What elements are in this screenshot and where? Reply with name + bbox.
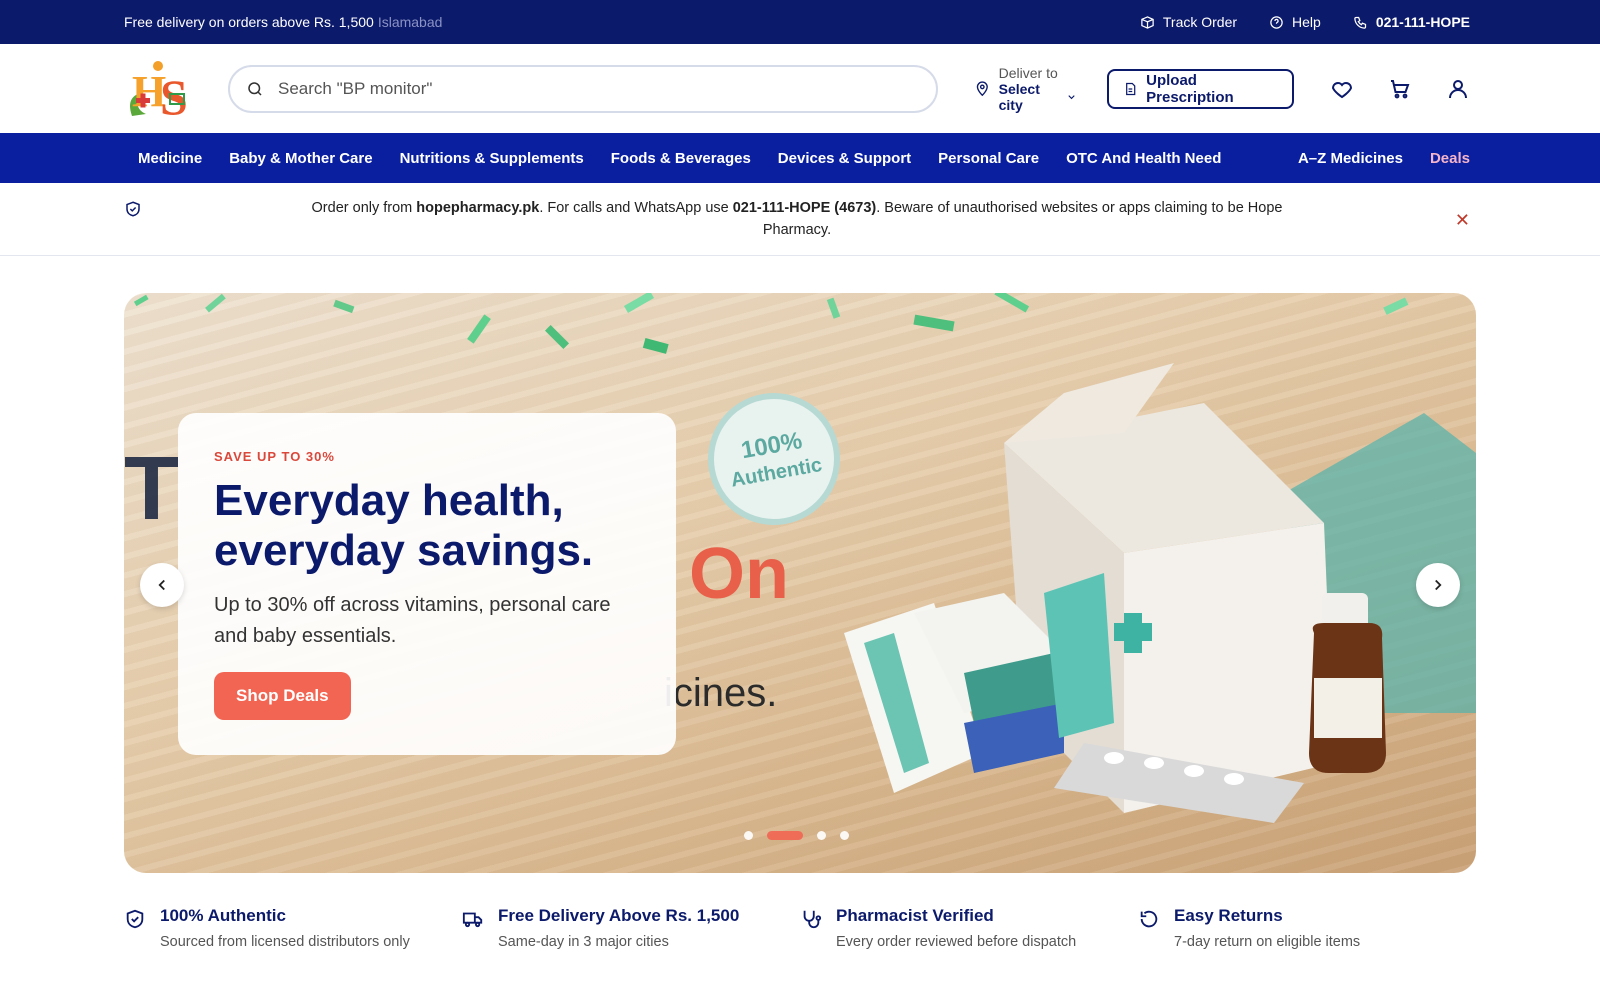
carousel-next-button[interactable]: [1416, 563, 1460, 607]
nav-item-personal-care[interactable]: Personal Care: [938, 150, 1039, 167]
nav-item-baby-mother-care[interactable]: Baby & Mother Care: [229, 150, 372, 167]
carousel-dot[interactable]: [817, 831, 826, 840]
feature-title: Easy Returns: [1174, 906, 1283, 925]
help-link[interactable]: Help: [1269, 14, 1321, 30]
notice-part1: Order only from: [311, 200, 417, 216]
nav-right: A–Z Medicines Deals: [1298, 150, 1470, 167]
nav-item-deals[interactable]: Deals: [1430, 150, 1470, 167]
feature-title: Free Delivery Above Rs. 1,500: [498, 906, 740, 925]
feature-title: 100% Authentic: [160, 906, 286, 925]
promo-city: Islamabad: [377, 14, 443, 30]
shield-check-icon: [126, 909, 144, 929]
nav-item-devices-support[interactable]: Devices & Support: [778, 150, 911, 167]
main-header: H S Deliver to Select city Upload Prescr…: [0, 44, 1600, 133]
help-circle-icon: [1270, 15, 1283, 29]
notice-phone: 021-111-HOPE (4673): [732, 200, 877, 216]
promo-text: Free delivery on orders above Rs. 1,500: [124, 14, 374, 30]
search-icon: [248, 81, 262, 96]
upload-prescription-label: Upload Prescription: [1146, 71, 1234, 106]
hero-ghost-text-icines: icines.: [664, 671, 778, 715]
nav-item-otc-health[interactable]: OTC And Health Need: [1066, 150, 1221, 167]
feature-authentic: 100% Authentic Sourced from licensed dist…: [124, 906, 462, 950]
site-logo[interactable]: H S: [124, 54, 204, 125]
feature-subtitle: 7-day return on eligible items: [1174, 934, 1361, 950]
nav-item-az-medicines[interactable]: A–Z Medicines: [1298, 150, 1403, 167]
category-nav: Medicine Baby & Mother Care Nutritions &…: [0, 133, 1600, 183]
stethoscope-icon: [803, 910, 822, 929]
hs-logo-icon: H S: [130, 60, 188, 125]
carousel-dots: [744, 831, 849, 840]
security-notice: Order only from hopepharmacy.pk. For cal…: [0, 183, 1600, 256]
carousel-dot[interactable]: [744, 831, 753, 840]
cart-icon[interactable]: [1388, 77, 1412, 101]
nav-categories: Medicine Baby & Mother Care Nutritions &…: [138, 150, 1298, 167]
promo-area: Free delivery on orders above Rs. 1,500 …: [124, 14, 442, 30]
top-announcement-bar: Free delivery on orders above Rs. 1,500 …: [0, 0, 1600, 44]
hero-title-line1: Everyday health,: [214, 476, 564, 525]
feature-returns: Easy Returns 7-day return on eligible ite…: [1138, 906, 1476, 950]
nav-item-nutritions-supplements[interactable]: Nutritions & Supplements: [400, 150, 584, 167]
phone-number: 021-111-HOPE: [1375, 14, 1470, 30]
map-pin-icon: [976, 80, 988, 96]
search-bar[interactable]: [228, 64, 938, 113]
hero-promo-card: SAVE UP TO 30% Everyday health, everyday …: [178, 413, 676, 755]
close-icon[interactable]: ✕: [1455, 210, 1470, 231]
hero-kicker: SAVE UP TO 30%: [214, 449, 335, 464]
chevron-left-icon: [158, 579, 165, 591]
deliver-to-selector[interactable]: Deliver to Select city: [974, 65, 1077, 113]
deliver-city: Select city: [998, 80, 1040, 113]
hero-ghost-text-on: On: [689, 534, 789, 614]
nav-item-foods-beverages[interactable]: Foods & Beverages: [611, 150, 751, 167]
header-icons: [1330, 77, 1470, 101]
deliver-city-row: Select city: [999, 81, 1078, 113]
heart-icon[interactable]: [1330, 77, 1354, 101]
document-icon: [1126, 82, 1136, 95]
deliver-text: Deliver to Select city: [999, 65, 1078, 113]
carousel-dot[interactable]: [840, 831, 849, 840]
hero-carousel: T On icines. 100% Authentic SAVE UP TO 30…: [124, 293, 1476, 873]
feature-free-delivery: Free Delivery Above Rs. 1,500 Same-day in…: [462, 906, 800, 950]
chevron-down-icon: [1068, 94, 1075, 99]
search-input[interactable]: [278, 78, 920, 99]
carousel-prev-button[interactable]: [140, 563, 184, 607]
hero-title: Everyday health, everyday savings.: [214, 476, 640, 576]
top-links: Track Order Help 021-111-HOPE: [1140, 14, 1470, 30]
hero-ghost-text-t: T: [124, 439, 179, 539]
feature-pharmacist: Pharmacist Verified Every order reviewed …: [800, 906, 1138, 950]
upload-prescription-button[interactable]: Upload Prescription: [1107, 68, 1294, 109]
phone-icon: [1354, 16, 1366, 29]
chevron-right-icon: [1435, 579, 1442, 591]
truck-icon: [462, 912, 483, 928]
hero-title-line2: everyday savings.: [214, 526, 594, 575]
package-icon: [1141, 15, 1154, 29]
hero-description: Up to 30% off across vitamins, personal …: [214, 594, 611, 647]
feature-title: Pharmacist Verified: [836, 906, 994, 925]
feature-strip: 100% Authentic Sourced from licensed dist…: [124, 906, 1476, 950]
nav-item-medicine[interactable]: Medicine: [138, 150, 202, 167]
track-order-link[interactable]: Track Order: [1140, 14, 1237, 30]
track-order-label: Track Order: [1162, 14, 1238, 30]
return-icon: [1140, 910, 1158, 928]
shield-check-icon: [126, 201, 140, 217]
help-label: Help: [1292, 14, 1321, 30]
notice-site: hopepharmacy.pk: [416, 200, 540, 216]
notice-message: Order only from hopepharmacy.pk. For cal…: [124, 197, 1470, 241]
deliver-label: Deliver to: [998, 64, 1058, 81]
carousel-dot-active[interactable]: [767, 831, 803, 840]
feature-subtitle: Every order reviewed before dispatch: [836, 934, 1077, 950]
feature-subtitle: Sourced from licensed distributors only: [160, 934, 410, 950]
notice-part2: . For calls and WhatsApp use: [539, 200, 733, 216]
user-icon[interactable]: [1446, 77, 1470, 101]
shop-deals-button[interactable]: Shop Deals: [214, 672, 351, 720]
phone-link[interactable]: 021-111-HOPE: [1353, 14, 1470, 30]
feature-subtitle: Same-day in 3 major cities: [498, 934, 669, 950]
